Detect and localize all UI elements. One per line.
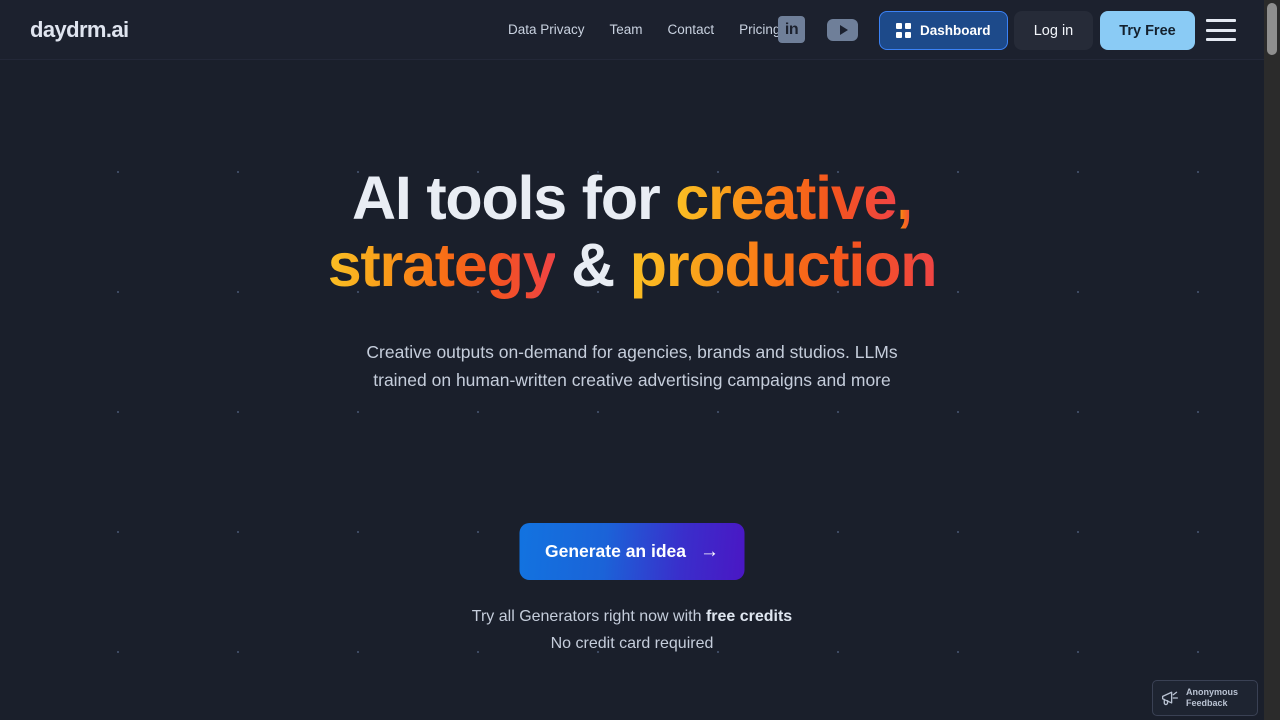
generate-an-idea-button[interactable]: Generate an idea →	[519, 523, 745, 580]
linkedin-icon[interactable]: in	[778, 16, 805, 43]
headline-accent-creative: creative	[675, 164, 897, 232]
feedback-label: Anonymous Feedback	[1186, 687, 1238, 709]
play-triangle-icon	[839, 24, 848, 35]
dashboard-button-label: Dashboard	[919, 23, 991, 38]
credits-prefix: Try all Generators right now with	[471, 608, 706, 625]
hero-subtitle: Creative outputs on-demand for agencies,…	[366, 342, 898, 390]
headline-comma: ,	[896, 164, 913, 232]
credits-line2: No credit card required	[550, 635, 714, 652]
hero-section: AI tools for creative, strategy & produc…	[0, 61, 1264, 720]
nav-link-team[interactable]: Team	[610, 22, 643, 37]
scrollbar-thumb[interactable]	[1267, 3, 1277, 55]
nav-link-contact[interactable]: Contact	[668, 22, 715, 37]
feedback-label-line1: Anonymous	[1186, 687, 1239, 697]
page-root: daydrm.ai Data Privacy Team Contact Pric…	[0, 0, 1264, 720]
nav-link-data-privacy[interactable]: Data Privacy	[508, 22, 585, 37]
headline-accent-strategy: strategy	[327, 231, 557, 299]
vertical-scrollbar[interactable]	[1264, 0, 1280, 720]
headline-accent-production: production	[629, 231, 938, 299]
megaphone-icon	[1161, 691, 1179, 706]
hamburger-menu-icon[interactable]	[1206, 19, 1236, 41]
site-logo[interactable]: daydrm.ai	[30, 17, 129, 43]
cta-label: Generate an idea	[544, 541, 687, 561]
headline-plain-1: AI tools for	[351, 164, 676, 232]
social-links: in	[778, 16, 858, 43]
feedback-label-line2: Feedback	[1186, 698, 1228, 708]
nav-link-pricing[interactable]: Pricing	[739, 22, 780, 37]
dashboard-button[interactable]: Dashboard	[879, 11, 1008, 50]
free-credits-note: Try all Generators right now with free c…	[0, 603, 1264, 657]
grid-icon	[896, 23, 911, 38]
headline-plain-2: &	[555, 231, 630, 299]
primary-nav: Data Privacy Team Contact Pricing	[508, 22, 780, 37]
anonymous-feedback-widget[interactable]: Anonymous Feedback	[1152, 680, 1258, 716]
youtube-icon[interactable]	[827, 18, 858, 41]
arrow-right-icon: →	[700, 541, 720, 562]
site-header: daydrm.ai Data Privacy Team Contact Pric…	[0, 0, 1264, 60]
credits-bold: free credits	[705, 608, 793, 625]
page-title: AI tools for creative, strategy & produc…	[0, 165, 1264, 299]
try-free-button[interactable]: Try Free	[1100, 11, 1195, 50]
login-button[interactable]: Log in	[1014, 11, 1093, 50]
